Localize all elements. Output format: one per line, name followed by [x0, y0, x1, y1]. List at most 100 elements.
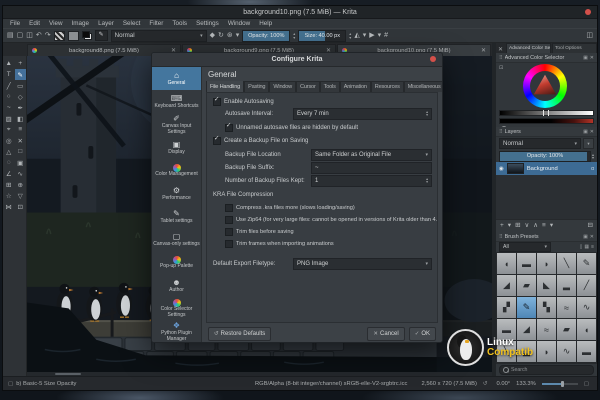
tool-button[interactable]: ≡	[15, 124, 27, 135]
config-sidebar-item[interactable]: ✐ Canvas Input Settings	[152, 113, 201, 136]
tool-button[interactable]: ◇	[15, 91, 27, 102]
docker-close-icon[interactable]: ✕	[496, 46, 505, 53]
brush-preset[interactable]: ≈	[557, 297, 576, 318]
brush-preset[interactable]: ▬	[577, 341, 596, 362]
tool-button[interactable]: ▽	[15, 190, 27, 201]
tool-button[interactable]: ✒	[15, 102, 27, 113]
menu-item[interactable]: View	[45, 20, 67, 27]
workspace-chooser-icon[interactable]: ◫	[586, 32, 593, 39]
brush-preset[interactable]: ✎	[517, 297, 536, 318]
toolbar-icon[interactable]: ▾	[378, 32, 382, 39]
menu-item[interactable]: Help	[255, 20, 276, 27]
spinner-arrows[interactable]: ▴ ▾	[426, 110, 428, 117]
close-icon[interactable]: ✕	[590, 55, 594, 61]
hidden-autosave-checkbox[interactable]: ✓ Unnamed autosave files are hidden by d…	[225, 122, 358, 132]
fit-screen-icon[interactable]: ▢	[584, 381, 589, 387]
brush-preset[interactable]: ▬	[517, 253, 536, 274]
layer-tool-button[interactable]: ≡	[542, 222, 546, 230]
menu-item[interactable]: Filter	[145, 20, 167, 27]
restore-defaults-button[interactable]: ↺ Restore Defaults	[208, 327, 272, 341]
toolbar-icon[interactable]: ◫	[26, 32, 33, 39]
settings-tab[interactable]: Resources	[370, 81, 404, 92]
value-gradient-slider[interactable]	[499, 110, 594, 116]
toolbar-icon[interactable]: ▶	[369, 32, 374, 39]
toolbar-icon[interactable]: ▾	[236, 32, 240, 39]
layer-tool-button[interactable]: ∨	[525, 222, 530, 230]
tool-button[interactable]: ◌	[3, 157, 15, 168]
selector-settings-icon[interactable]: ⊡	[499, 65, 503, 71]
menu-item[interactable]: Edit	[25, 20, 44, 27]
toolbar-icon[interactable]: ▢	[17, 32, 24, 39]
kra-option-checkbox[interactable]: Trim files before saving	[225, 227, 435, 236]
scrollbar-handle[interactable]	[55, 373, 81, 375]
pattern-swatch[interactable]	[67, 30, 79, 41]
brush-editor-button[interactable]: ✎	[94, 30, 108, 41]
brush-preset[interactable]: ╲	[557, 253, 576, 274]
autosave-interval-spinbox[interactable]: Every 7 min ▴ ▾	[293, 108, 432, 120]
tool-button[interactable]: ⊕	[15, 179, 27, 190]
brush-preset[interactable]: ∿	[577, 297, 596, 318]
rotation-icon[interactable]: ↺	[483, 381, 488, 387]
kra-option-checkbox[interactable]: Compress .kra files more (slows loading/…	[225, 203, 435, 212]
kra-option-checkbox[interactable]: Use Zip64 (for very large files: cannot …	[225, 215, 437, 224]
layer-list-empty[interactable]	[496, 175, 597, 219]
backup-suffix-input[interactable]: ~	[311, 162, 432, 174]
brush-preset[interactable]: ◣	[537, 275, 556, 296]
brush-preset[interactable]: ◢	[497, 275, 516, 296]
layer-tool-button[interactable]: ▾	[508, 222, 511, 230]
tool-button[interactable]: ⌖	[3, 124, 15, 135]
color-wheel-area[interactable]: ⊡	[496, 63, 597, 109]
toolbar-icon[interactable]: ⊛	[227, 32, 233, 39]
layer-row-background[interactable]: ◉ Background α	[496, 162, 597, 175]
tool-button[interactable]: ▣	[15, 157, 27, 168]
docker-tab[interactable]: Advanced Color Selector	[506, 43, 551, 53]
float-docker-icon[interactable]: ▣	[583, 129, 588, 135]
config-sidebar-item[interactable]: Pop-up Palette	[152, 251, 201, 274]
foreground-background-colors[interactable]	[81, 31, 92, 40]
layer-visibility-icon[interactable]: ◉	[499, 166, 504, 172]
tool-button[interactable]: ╱	[3, 80, 15, 91]
opacity-spinner[interactable]: ▴ ▾	[293, 32, 295, 39]
tool-button[interactable]: ◧	[15, 113, 27, 124]
tool-button[interactable]: ∿	[15, 168, 27, 179]
enable-autosaving-checkbox[interactable]: ✓ Enable Autosaving	[213, 96, 274, 106]
zoom-level[interactable]: 133.3%	[516, 381, 536, 387]
settings-tab[interactable]: File Handling	[206, 81, 245, 92]
menu-item[interactable]: Window	[224, 20, 254, 27]
brush-preset[interactable]: ╱	[577, 275, 596, 296]
brush-preset[interactable]: ◗	[537, 253, 556, 274]
alpha-lock-icon[interactable]: α	[591, 166, 594, 172]
layer-blend-mode-dropdown[interactable]: Normal ▾	[499, 138, 581, 149]
close-tab-icon[interactable]: ✕	[481, 47, 486, 54]
color-profile-info[interactable]: RGB/Alpha (8-bit integer/channel) sRGB-e…	[255, 381, 407, 387]
default-export-dropdown[interactable]: PNG Image ▾	[293, 258, 432, 270]
brush-preset[interactable]: ≈	[537, 319, 556, 340]
brush-preset[interactable]: ▚	[537, 297, 556, 318]
layer-tool-button[interactable]: +	[500, 222, 504, 230]
brush-preset[interactable]: ∿	[557, 341, 576, 362]
toolbar-icon[interactable]: ◭	[354, 32, 359, 39]
gradient-swatch[interactable]	[53, 30, 65, 41]
color-history-slider[interactable]	[499, 118, 594, 124]
menu-item[interactable]: Select	[119, 20, 145, 27]
current-brush-name[interactable]: b) Basic-5 Size Opacity	[16, 381, 76, 387]
tool-button[interactable]: ⊡	[15, 201, 27, 212]
tool-button[interactable]: □	[15, 146, 27, 157]
brush-preset[interactable]: ▂	[557, 275, 576, 296]
backup-kept-spinbox[interactable]: 1 ▴ ▾	[311, 175, 432, 187]
menu-item[interactable]: Image	[68, 20, 94, 27]
brush-preset[interactable]: ◗	[537, 341, 556, 362]
tool-button[interactable]: ▲	[3, 58, 15, 69]
float-docker-icon[interactable]: ▣	[583, 234, 588, 240]
tool-button[interactable]: ⋈	[3, 201, 15, 212]
dialog-close-button[interactable]	[430, 56, 436, 62]
tool-button[interactable]: ~	[3, 102, 15, 113]
config-sidebar-item[interactable]: ▣ Display	[152, 136, 201, 159]
config-sidebar-item[interactable]: ✎ Tablet settings	[152, 205, 201, 228]
size-spinner[interactable]: ▴ ▾	[349, 32, 351, 39]
config-sidebar-item[interactable]: ⚙ Performance	[152, 182, 201, 205]
tool-button[interactable]: △	[3, 146, 15, 157]
brush-preset[interactable]: ▰	[557, 319, 576, 340]
config-sidebar-item[interactable]: ❖ Python Plugin Manager	[152, 320, 201, 342]
brush-preset[interactable]: ◖	[497, 253, 516, 274]
